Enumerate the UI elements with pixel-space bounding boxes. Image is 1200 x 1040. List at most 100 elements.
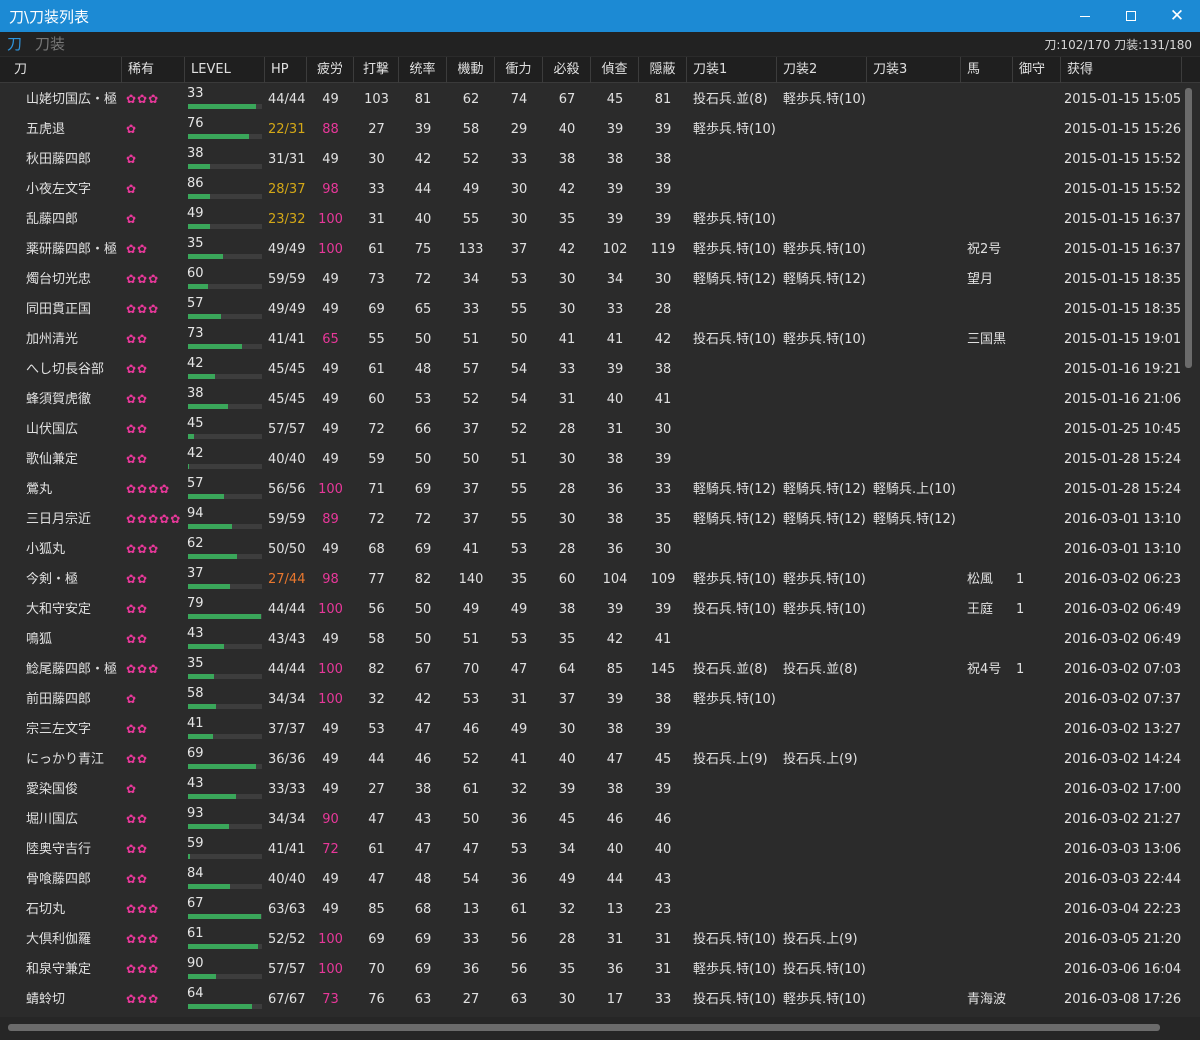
horse-name: 松風 [967, 572, 994, 587]
table-row[interactable]: 同田貫正国 ✿✿✿ 57 49/49 49 69 65 33 55 30 33 28 2015-01-1… [0, 294, 1182, 324]
sword-name: 愛染国俊 [26, 782, 79, 797]
stat-camouflage: 145 [650, 662, 676, 677]
stat-camouflage: 33 [654, 992, 672, 1007]
stat-camouflage: 46 [654, 812, 672, 827]
equipment-1: 軽騎兵.特(12) [693, 512, 776, 527]
table-row[interactable]: 今剣・極 ✿✿ 37 27/44 98 77 82 140 35 60 104 109 軽歩兵.特(10… [0, 564, 1182, 594]
table-row[interactable]: 鯰尾藤四郎・極 ✿✿✿ 35 44/44 100 82 67 70 47 64 85 145 投石兵.並… [0, 654, 1182, 684]
stat-leadership: 42 [414, 692, 432, 707]
rarity-icon: ✿ [126, 122, 138, 136]
level-progress-fill [188, 104, 257, 109]
level-progress-bar [188, 104, 262, 109]
close-button[interactable]: ✕ [1154, 0, 1200, 32]
column-header-impact[interactable]: 衝力 [495, 57, 543, 83]
column-header-equip-1[interactable]: 刀装1 [687, 57, 777, 83]
level-value: 62 [187, 536, 204, 551]
table-row[interactable]: 歌仙兼定 ✿✿ 42 40/40 49 59 50 50 51 30 38 39 2015-01-28 … [0, 444, 1182, 474]
vertical-scroll-thumb[interactable] [1185, 88, 1192, 368]
table-row[interactable]: 三日月宗近 ✿✿✿✿✿ 94 59/59 89 72 72 37 55 30 38 35 軽騎兵.特(1… [0, 504, 1182, 534]
sword-name: 三日月宗近 [26, 512, 92, 527]
table-row[interactable]: 薬研藤四郎・極 ✿✿ 35 49/49 100 61 75 133 37 42 102 119 軽歩兵.… [0, 234, 1182, 264]
table-row[interactable]: 前田藤四郎 ✿ 58 34/34 100 32 42 53 31 37 39 38 軽歩兵.特(10) 2… [0, 684, 1182, 714]
table-row[interactable]: 蜂須賀虎徹 ✿✿ 38 45/45 49 60 53 52 54 31 40 41 2015-01-16… [0, 384, 1182, 414]
column-header-mobility[interactable]: 機動 [447, 57, 495, 83]
column-header-camouflage[interactable]: 隠蔽 [639, 57, 687, 83]
stat-leadership: 69 [414, 542, 432, 557]
table-row[interactable]: 愛染国俊 ✿ 43 33/33 49 27 38 61 32 39 38 39 2016-03-02 1… [0, 774, 1182, 804]
table-row[interactable]: 骨喰藤四郎 ✿✿ 84 40/40 49 47 48 54 36 49 44 43 2016-03-03… [0, 864, 1182, 894]
table-row[interactable]: 燭台切光忠 ✿✿✿ 60 59/59 49 73 72 34 53 30 34 30 軽騎兵.特(12)… [0, 264, 1182, 294]
sword-name: 燭台切光忠 [26, 272, 92, 287]
stat-leadership: 50 [414, 452, 432, 467]
table-row[interactable]: 山姥切国広・極 ✿✿✿ 33 44/44 49 103 81 62 74 67 45 81 投石兵.並(… [0, 84, 1182, 114]
tab-equipment[interactable]: 刀装 [35, 33, 65, 54]
stat-mobility: 58 [462, 122, 480, 137]
column-header-rarity[interactable]: 稀有 [122, 57, 185, 83]
table-row[interactable]: 加州清光 ✿✿ 73 41/41 65 55 50 51 50 41 41 42 投石兵.特(10) 軽歩… [0, 324, 1182, 354]
acquired-date: 2016-03-02 06:23:0 [1064, 572, 1182, 587]
column-header-omamori[interactable]: 御守 [1013, 57, 1061, 83]
stat-leadership: 42 [414, 152, 432, 167]
column-header-horse[interactable]: 馬 [961, 57, 1013, 83]
acquired-date: 2016-03-02 14:24:0 [1064, 752, 1182, 767]
table-row[interactable]: 堀川国広 ✿✿ 93 34/34 90 47 43 50 36 45 46 46 2016-03-02 … [0, 804, 1182, 834]
table-row[interactable]: 小夜左文字 ✿ 86 28/37 98 33 44 49 30 42 39 39 2015-01-15 … [0, 174, 1182, 204]
stat-critical: 42 [558, 242, 576, 257]
table-row[interactable]: 鶯丸 ✿✿✿✿ 57 56/56 100 71 69 37 55 28 36 33 軽騎兵.特(12) 軽… [0, 474, 1182, 504]
table-row[interactable]: 大和守安定 ✿✿ 79 44/44 100 56 50 49 49 38 39 39 投石兵.特(10)… [0, 594, 1182, 624]
table-row[interactable]: 和泉守兼定 ✿✿✿ 90 57/57 100 70 69 36 56 35 36 31 軽歩兵.特(10… [0, 954, 1182, 984]
table-row[interactable]: 鳴狐 ✿✿ 43 43/43 49 58 50 51 53 35 42 41 2016-03-02 06… [0, 624, 1182, 654]
stat-scouting: 38 [606, 512, 624, 527]
column-header-leadership[interactable]: 统率 [399, 57, 447, 83]
column-header-acquired-date[interactable]: 获得 [1061, 57, 1182, 83]
maximize-button[interactable] [1108, 0, 1154, 32]
stat-leadership: 72 [414, 272, 432, 287]
horse-name: 王庭 [967, 602, 994, 617]
stat-mobility: 46 [462, 722, 480, 737]
table-row[interactable]: 秋田藤四郎 ✿ 38 31/31 49 30 42 52 33 38 38 38 2015-01-15 … [0, 144, 1182, 174]
column-header-level[interactable]: LEVEL [185, 57, 265, 83]
horse-name: 三国黒 [967, 332, 1007, 347]
column-header-scouting[interactable]: 偵查 [591, 57, 639, 83]
table-row[interactable]: 宗三左文字 ✿✿ 41 37/37 49 53 47 46 49 30 38 39 2016-03-02… [0, 714, 1182, 744]
stat-attack: 44 [368, 752, 385, 767]
table-row[interactable]: へし切長谷部 ✿✿ 42 45/45 49 61 48 57 54 33 39 38 2015-01-1… [0, 354, 1182, 384]
stat-impact: 53 [510, 272, 528, 287]
stat-scouting: 39 [606, 602, 624, 617]
table-row[interactable]: 陸奥守吉行 ✿✿ 59 41/41 72 61 47 47 53 34 40 40 2016-03-03… [0, 834, 1182, 864]
stat-leadership: 38 [414, 782, 432, 797]
level-progress-bar [188, 854, 262, 859]
table-row[interactable]: 山伏国広 ✿✿ 45 57/57 49 72 66 37 52 28 31 30 2015-01-25 … [0, 414, 1182, 444]
stat-attack: 47 [368, 812, 385, 827]
stat-impact: 36 [510, 812, 528, 827]
minimize-button[interactable] [1062, 0, 1108, 32]
table-row[interactable]: 五虎退 ✿ 76 22/31 88 27 39 58 29 40 39 39 軽歩兵.特(10) 2015… [0, 114, 1182, 144]
acquired-date: 2016-03-02 07:37:0 [1064, 692, 1182, 707]
table-row[interactable]: 小狐丸 ✿✿✿ 62 50/50 49 68 69 41 53 28 36 30 2016-03-01 … [0, 534, 1182, 564]
table-row[interactable]: 大倶利伽羅 ✿✿✿ 61 52/52 100 69 69 33 56 28 31 31 投石兵.特(10… [0, 924, 1182, 954]
table-row[interactable]: 石切丸 ✿✿✿ 67 63/63 49 85 68 13 61 32 13 23 2016-03-04 … [0, 894, 1182, 924]
level-progress-fill [188, 224, 211, 229]
level-value: 94 [187, 506, 204, 521]
stat-mobility: 70 [462, 662, 480, 677]
column-header-attack[interactable]: 打撃 [354, 57, 399, 83]
stat-impact: 29 [510, 122, 528, 137]
tab-swords[interactable]: 刀 [7, 33, 22, 54]
table-row[interactable]: 乱藤四郎 ✿ 49 23/32 100 31 40 55 30 35 39 39 軽歩兵.特(10) 20… [0, 204, 1182, 234]
stat-camouflage: 39 [654, 122, 672, 137]
hp-value: 57/57 [268, 422, 306, 437]
table-row[interactable]: 蜻蛉切 ✿✿✿ 64 67/67 73 76 63 27 63 30 17 33 投石兵.特(10) 軽歩… [0, 984, 1182, 1014]
equipment-2: 軽歩兵.特(10) [783, 92, 866, 107]
column-header-equip-2[interactable]: 刀装2 [777, 57, 867, 83]
column-header-equip-3[interactable]: 刀装3 [867, 57, 961, 83]
horizontal-scroll-thumb[interactable] [8, 1024, 1160, 1031]
stat-leadership: 47 [414, 722, 432, 737]
level-progress-fill [188, 404, 228, 409]
stat-attack: 58 [368, 632, 385, 647]
column-header-fatigue[interactable]: 疲労 [307, 57, 354, 83]
column-header-name[interactable]: 刀 [0, 57, 122, 83]
fatigue-value: 100 [318, 932, 343, 947]
column-header-critical[interactable]: 必殺 [543, 57, 591, 83]
column-header-hp[interactable]: HP [265, 57, 307, 83]
table-row[interactable]: にっかり青江 ✿✿ 69 36/36 49 44 46 52 41 40 47 45 投石兵.上(9) 投… [0, 744, 1182, 774]
